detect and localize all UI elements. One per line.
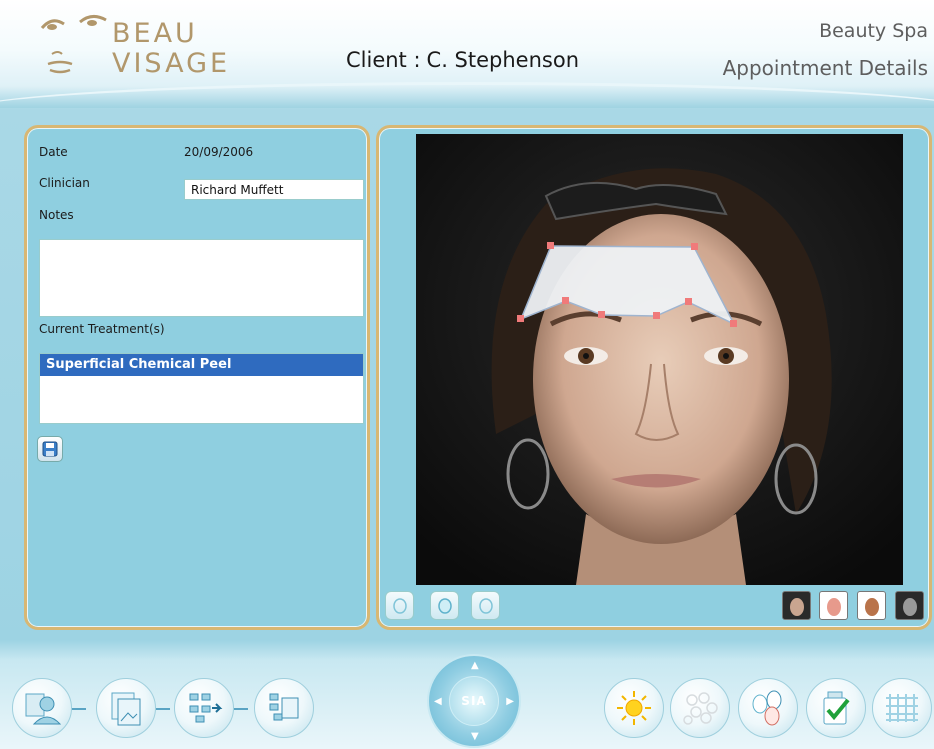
- sun-analysis-button[interactable]: [604, 678, 664, 738]
- app-window: BEAU VISAGE Client : C. Stephenson Beauty…: [0, 0, 934, 749]
- notes-textarea[interactable]: [39, 239, 364, 317]
- image-thumbnail[interactable]: [857, 591, 886, 620]
- face-front-icon: [437, 597, 452, 614]
- images-icon: [111, 692, 141, 726]
- image-thumbnail[interactable]: [819, 591, 848, 620]
- sia-navigation-wheel[interactable]: ▲ ▼ ◀ ▶ SIA: [427, 654, 521, 748]
- client-heading: Client : C. Stephenson: [346, 48, 585, 72]
- sun-icon: [617, 691, 651, 725]
- client-label: Client :: [346, 48, 421, 72]
- date-label: Date: [39, 145, 68, 159]
- footer-navigation: ▲ ▼ ◀ ▶ SIA: [0, 638, 934, 749]
- client-face-photo[interactable]: [416, 134, 903, 585]
- arrow-down-icon[interactable]: ▼: [471, 731, 479, 742]
- arrow-up-icon[interactable]: ▲: [471, 660, 479, 671]
- face-outline-icon: [392, 597, 407, 614]
- pores-icon: [683, 692, 718, 725]
- brand-name-line1: BEAU: [112, 18, 198, 49]
- workflow-icon: [189, 693, 223, 723]
- image-panel: [376, 125, 932, 630]
- nav-connector: [156, 708, 170, 710]
- arrow-left-icon[interactable]: ◀: [434, 696, 442, 707]
- grid-icon: [886, 694, 918, 722]
- face-photo-drawing: [416, 134, 903, 585]
- faces-analysis-button[interactable]: [738, 678, 798, 738]
- workflow-nav-button[interactable]: [174, 678, 234, 738]
- section-title: Beauty Spa: [819, 20, 928, 42]
- clinician-field[interactable]: Richard Muffett: [184, 179, 364, 200]
- face-thumbnail-icon: [827, 598, 841, 616]
- treatments-list[interactable]: Superficial Chemical Peel: [39, 353, 364, 424]
- face-thumbnail-icon: [790, 598, 804, 616]
- client-name: C. Stephenson: [426, 48, 580, 72]
- compare-nav-button[interactable]: [254, 678, 314, 738]
- face-thumbnail-icon: [903, 598, 917, 616]
- treatments-label: Current Treatment(s): [39, 322, 165, 336]
- face-view-right-button[interactable]: [471, 591, 500, 620]
- treatment-item-selected[interactable]: Superficial Chemical Peel: [40, 354, 363, 376]
- product-check-button[interactable]: [806, 678, 866, 738]
- compare-icon: [269, 693, 299, 721]
- floppy-disk-icon: [42, 441, 58, 457]
- header: BEAU VISAGE Client : C. Stephenson Beauty…: [0, 0, 934, 108]
- page-title: Appointment Details: [722, 56, 928, 80]
- arrow-right-icon[interactable]: ▶: [506, 696, 514, 707]
- client-icon: [25, 693, 62, 725]
- sia-center-button[interactable]: SIA: [449, 676, 499, 726]
- face-view-front-button[interactable]: [430, 591, 459, 620]
- date-value: 20/09/2006: [184, 145, 254, 159]
- image-thumbnail[interactable]: [895, 591, 924, 620]
- brand-name-line2: VISAGE: [112, 48, 231, 79]
- notes-label: Notes: [39, 208, 74, 222]
- save-button[interactable]: [37, 436, 63, 462]
- grid-view-button[interactable]: [872, 678, 932, 738]
- face-view-left-button[interactable]: [385, 591, 414, 620]
- faces-icon: [752, 690, 782, 726]
- sia-label: SIA: [461, 694, 487, 708]
- product-check-icon: [823, 691, 850, 725]
- nav-connector: [234, 708, 248, 710]
- image-thumbnail[interactable]: [782, 591, 811, 620]
- pores-analysis-button[interactable]: [670, 678, 730, 738]
- clinician-label: Clinician: [39, 176, 90, 190]
- face-outline-icon: [478, 597, 493, 614]
- face-thumbnail-icon: [865, 598, 879, 616]
- appointment-details-panel: Date 20/09/2006 Clinician Richard Muffet…: [24, 125, 370, 630]
- nav-connector: [72, 708, 86, 710]
- client-nav-button[interactable]: [12, 678, 72, 738]
- images-nav-button[interactable]: [96, 678, 156, 738]
